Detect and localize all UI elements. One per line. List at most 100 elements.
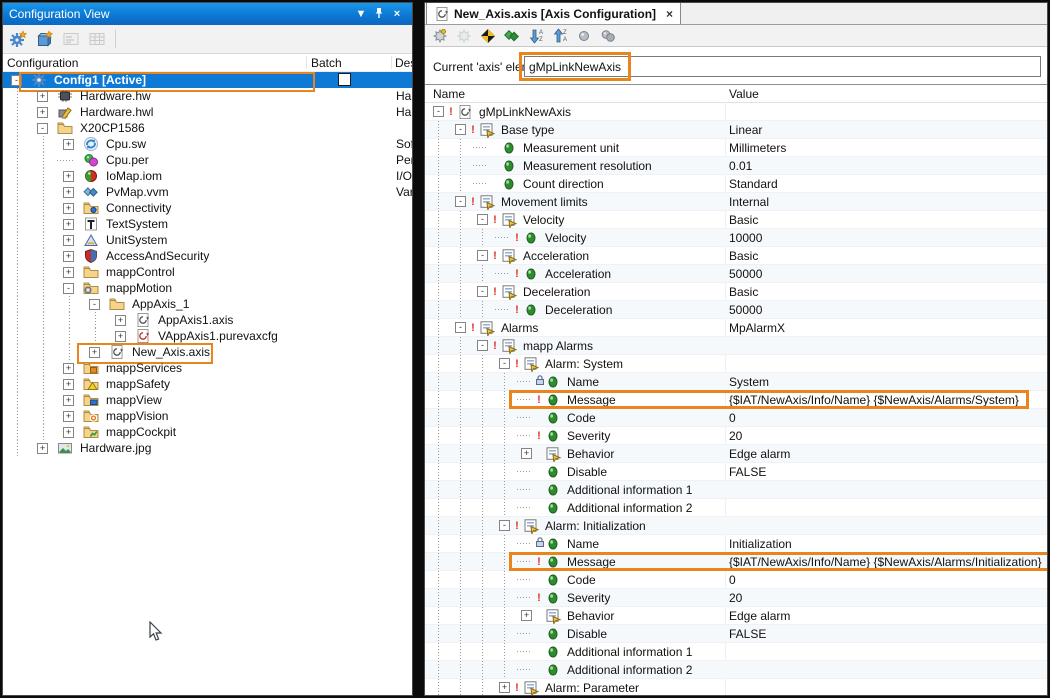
tree-item-config1-active[interactable]: -Config1 [Active]: [3, 72, 412, 88]
param-value[interactable]: 20: [729, 427, 742, 445]
insert-element-icon[interactable]: [429, 26, 451, 46]
param-row-alarms[interactable]: -!AlarmsMpAlarmX: [425, 319, 1047, 337]
tree-item-pvmap-vvm[interactable]: +PvMap.vvmVariab: [3, 184, 412, 200]
param-row-velocity[interactable]: -!VelocityBasic: [425, 211, 1047, 229]
param-row-additional-information-2[interactable]: Additional information 2: [425, 499, 1047, 517]
param-row-code[interactable]: Code0: [425, 571, 1047, 589]
expand-toggle[interactable]: +: [115, 315, 126, 326]
expand-toggle[interactable]: +: [521, 448, 532, 459]
collapse-toggle[interactable]: -: [455, 196, 466, 207]
tree-item-appaxis-1[interactable]: -AppAxis_1: [3, 296, 412, 312]
tab-axis-configuration[interactable]: New_Axis.axis [Axis Configuration] ×: [426, 2, 681, 24]
param-row-alarm-initialization[interactable]: -!Alarm: Initialization: [425, 517, 1047, 535]
expand-toggle[interactable]: +: [63, 427, 74, 438]
param-row-acceleration[interactable]: !Acceleration50000: [425, 265, 1047, 283]
param-row-base-type[interactable]: -!Base typeLinear: [425, 121, 1047, 139]
param-row-additional-information-1[interactable]: Additional information 1: [425, 643, 1047, 661]
expand-toggle[interactable]: +: [521, 610, 532, 621]
param-row-disable[interactable]: DisableFALSE: [425, 625, 1047, 643]
param-value[interactable]: Edge alarm: [729, 607, 790, 625]
insert-subelement-icon[interactable]: [453, 26, 475, 46]
collapse-toggle[interactable]: -: [455, 124, 466, 135]
param-row-severity[interactable]: !Severity20: [425, 427, 1047, 445]
param-value[interactable]: Basic: [729, 247, 758, 265]
tree-item-vappaxis1-purevaxcfg[interactable]: +VAppAxis1.purevaxcfg: [3, 328, 412, 344]
expand-toggle[interactable]: +: [63, 171, 74, 182]
param-value[interactable]: MpAlarmX: [729, 319, 785, 337]
collapse-toggle[interactable]: -: [499, 358, 510, 369]
expand-toggle[interactable]: +: [63, 267, 74, 278]
param-row-measurement-unit[interactable]: Measurement unitMillimeters: [425, 139, 1047, 157]
tree-item-textsystem[interactable]: +TextSystem: [3, 216, 412, 232]
param-row-message[interactable]: !Message{$IAT/NewAxis/Info/Name} {$NewAx…: [425, 553, 1047, 571]
param-row-alarm-system[interactable]: -!Alarm: System: [425, 355, 1047, 373]
param-row-behavior[interactable]: +BehaviorEdge alarm: [425, 445, 1047, 463]
tree-item-unitsystem[interactable]: +UnitSystem: [3, 232, 412, 248]
collapse-toggle[interactable]: -: [499, 520, 510, 531]
expand-toggle[interactable]: +: [63, 139, 74, 150]
collapse-toggle[interactable]: -: [11, 75, 22, 86]
expand-toggle[interactable]: +: [499, 682, 510, 693]
param-row-acceleration[interactable]: -!AccelerationBasic: [425, 247, 1047, 265]
param-value[interactable]: 0: [729, 409, 736, 427]
tree-item-mappview[interactable]: +mappView: [3, 392, 412, 408]
expand-toggle[interactable]: +: [63, 363, 74, 374]
collapse-toggle[interactable]: -: [433, 106, 444, 117]
param-value[interactable]: Initialization: [729, 535, 792, 553]
tree-item-mappsafety[interactable]: +mappSafety: [3, 376, 412, 392]
collapse-toggle[interactable]: -: [37, 123, 48, 134]
expand-toggle[interactable]: +: [63, 411, 74, 422]
param-value[interactable]: Standard: [729, 175, 778, 193]
param-row-severity[interactable]: !Severity20: [425, 589, 1047, 607]
param-row-additional-information-1[interactable]: Additional information 1: [425, 481, 1047, 499]
tree-item-accessandsecurity[interactable]: +AccessAndSecurity: [3, 248, 412, 264]
param-value[interactable]: Edge alarm: [729, 445, 790, 463]
param-row-name[interactable]: NameSystem: [425, 373, 1047, 391]
param-value[interactable]: Basic: [729, 283, 758, 301]
new-configuration-icon[interactable]: [7, 28, 31, 50]
param-value[interactable]: 20: [729, 589, 742, 607]
tree-item-mappcockpit[interactable]: +mappCockpit: [3, 424, 412, 440]
tree-item-x20cp1586[interactable]: -X20CP1586: [3, 120, 412, 136]
tree-item-new-axis-axis[interactable]: +New_Axis.axis: [3, 344, 412, 360]
expand-toggle[interactable]: +: [63, 203, 74, 214]
tree-item-cpu-sw[interactable]: +Cpu.swSoftw: [3, 136, 412, 152]
tree-item-mappcontrol[interactable]: +mappControl: [3, 264, 412, 280]
sort-az-icon[interactable]: AZ: [525, 26, 547, 46]
expand-toggle[interactable]: +: [63, 251, 74, 262]
sort-za-icon[interactable]: ZA: [549, 26, 571, 46]
tree-item-mappservices[interactable]: +mappServices: [3, 360, 412, 376]
collapse-toggle[interactable]: -: [477, 286, 488, 297]
param-value[interactable]: System: [729, 373, 769, 391]
param-row-behavior[interactable]: +BehaviorEdge alarm: [425, 607, 1047, 625]
collapse-toggle[interactable]: -: [477, 340, 488, 351]
param-row-name[interactable]: NameInitialization: [425, 535, 1047, 553]
param-value[interactable]: Linear: [729, 121, 762, 139]
param-row-count-direction[interactable]: Count directionStandard: [425, 175, 1047, 193]
sync-diamonds-icon[interactable]: [501, 26, 523, 46]
param-value[interactable]: Basic: [729, 211, 758, 229]
param-value[interactable]: Millimeters: [729, 139, 786, 157]
collapse-toggle[interactable]: -: [477, 250, 488, 261]
collapse-toggle[interactable]: -: [89, 299, 100, 310]
param-row-mapp-alarms[interactable]: -!mapp Alarms: [425, 337, 1047, 355]
expand-toggle[interactable]: +: [63, 379, 74, 390]
tree-item-hardware-jpg[interactable]: +Hardware.jpg: [3, 440, 412, 456]
chevron-down-icon[interactable]: ▼: [352, 8, 370, 20]
focus-target-icon[interactable]: [477, 26, 499, 46]
param-row-gmplinknewaxis[interactable]: -!gMpLinkNewAxis: [425, 103, 1047, 121]
tree-item-mappvision[interactable]: +mappVision: [3, 408, 412, 424]
expand-toggle[interactable]: +: [63, 395, 74, 406]
param-value[interactable]: 0.01: [729, 157, 752, 175]
expand-toggle[interactable]: +: [37, 443, 48, 454]
expand-toggle[interactable]: +: [63, 187, 74, 198]
param-row-deceleration[interactable]: -!DecelerationBasic: [425, 283, 1047, 301]
expand-toggle[interactable]: +: [63, 235, 74, 246]
param-value[interactable]: 0: [729, 571, 736, 589]
tree-item-hardware-hw[interactable]: +Hardware.hwHardw: [3, 88, 412, 104]
new-cube-icon[interactable]: [33, 28, 57, 50]
close-icon[interactable]: ×: [388, 8, 406, 20]
param-row-code[interactable]: Code0: [425, 409, 1047, 427]
param-value[interactable]: {$IAT/NewAxis/Info/Name} {$NewAxis/Alarm…: [729, 391, 1019, 409]
param-row-movement-limits[interactable]: -!Movement limitsInternal: [425, 193, 1047, 211]
